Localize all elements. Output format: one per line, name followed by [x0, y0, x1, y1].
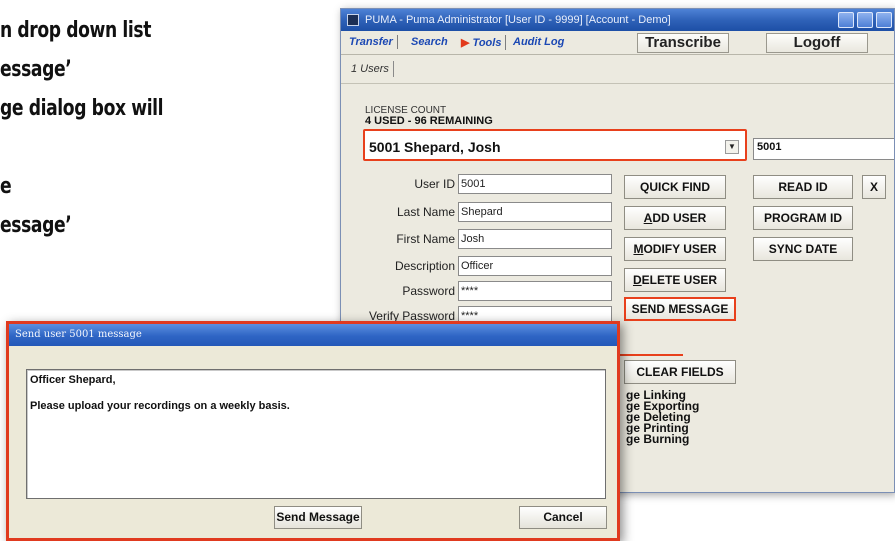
menu-audit-log[interactable]: Audit Log [509, 35, 568, 49]
play-arrow-icon: ▶ [461, 37, 470, 49]
delete-user-button[interactable]: DELETE USER [624, 268, 726, 292]
send-message-button[interactable]: SEND MESSAGE [624, 297, 736, 321]
maximize-icon[interactable] [857, 12, 873, 28]
license-count-value: 4 USED - 96 REMAINING [365, 115, 493, 127]
chevron-down-icon[interactable]: ▼ [725, 140, 739, 154]
user-dropdown-value: 5001 Shepard, Josh [369, 139, 501, 155]
menu-transfer[interactable]: Transfer [345, 35, 398, 49]
highlight-underline [615, 354, 683, 356]
read-id-button[interactable]: READ ID [753, 175, 853, 199]
user-id-display[interactable]: 5001 [753, 138, 894, 160]
permission-list: ge Linking ge Exporting ge Deleting ge P… [626, 389, 699, 445]
menu-tools-label: Tools [472, 37, 502, 49]
instruction-line: e [0, 174, 12, 199]
window-titlebar: PUMA - Puma Administrator [User ID - 999… [341, 9, 894, 31]
dialog-title: Send user 5001 message [9, 324, 617, 346]
close-x-button[interactable]: X [862, 175, 886, 199]
app-icon [347, 14, 359, 26]
last-name-field[interactable]: Shepard [458, 202, 612, 222]
program-id-button[interactable]: PROGRAM ID [753, 206, 853, 230]
instruction-line: n drop down list [0, 18, 152, 43]
sync-date-button[interactable]: SYNC DATE [753, 237, 853, 261]
cancel-button[interactable]: Cancel [519, 506, 607, 529]
menu-tools[interactable]: ▶ Tools [457, 35, 507, 50]
description-label: Description [394, 259, 455, 273]
user-dropdown[interactable]: 5001 Shepard, Josh ▼ [363, 129, 747, 161]
last-name-label: Last Name [396, 205, 455, 219]
instruction-line: ge dialog box will [0, 96, 164, 121]
menu-bar: Transfer Search ▶ Tools Audit Log Transc… [341, 31, 894, 55]
send-message-dialog-button[interactable]: Send Message [274, 506, 362, 529]
password-field[interactable]: **** [458, 281, 612, 301]
tab-divider [341, 83, 894, 84]
minimize-icon[interactable] [838, 12, 854, 28]
add-user-button[interactable]: ADD USER [624, 206, 726, 230]
description-field[interactable]: Officer [458, 256, 612, 276]
instruction-line: essage’ [0, 213, 72, 238]
message-line: Please upload your recordings on a weekl… [30, 400, 290, 412]
modify-user-button[interactable]: MODIFY USER [624, 237, 726, 261]
close-icon[interactable] [876, 12, 892, 28]
first-name-label: First Name [396, 232, 455, 246]
password-label: Password [402, 284, 455, 298]
instruction-line: essage’ [0, 57, 72, 82]
permission-item[interactable]: ge Burning [626, 433, 699, 445]
message-textarea[interactable]: Officer Shepard, Please upload your reco… [26, 369, 606, 499]
quick-find-button[interactable]: QUICK FIND [624, 175, 726, 199]
first-name-field[interactable]: Josh [458, 229, 612, 249]
send-message-dialog: Send user 5001 message Officer Shepard, … [6, 321, 620, 541]
message-line: Officer Shepard, [30, 374, 116, 386]
tab-users[interactable]: 1 Users [347, 61, 394, 77]
logoff-button[interactable]: Logoff [766, 33, 868, 53]
tab-strip: 1 Users [347, 59, 394, 79]
transcribe-button[interactable]: Transcribe [637, 33, 729, 53]
clear-fields-button[interactable]: CLEAR FIELDS [624, 360, 736, 384]
menu-search[interactable]: Search [407, 35, 452, 49]
user-id-field[interactable]: 5001 [458, 174, 612, 194]
user-id-label: User ID [414, 177, 455, 191]
window-title: PUMA - Puma Administrator [User ID - 999… [365, 14, 671, 26]
